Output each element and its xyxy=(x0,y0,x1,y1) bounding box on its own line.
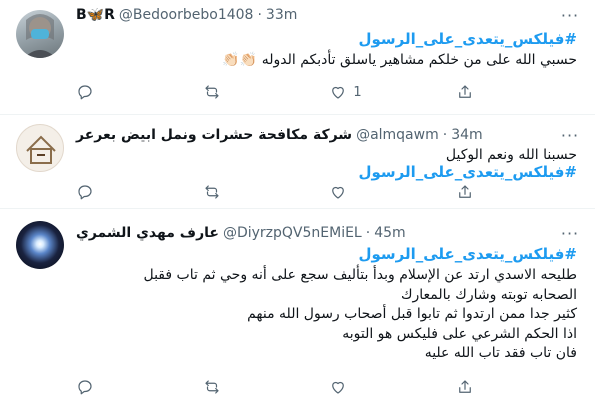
more-icon[interactable]: ··· xyxy=(559,224,581,243)
avatar[interactable] xyxy=(16,10,64,58)
hashtag-link[interactable]: #فيلكس_يتعدى_على_الرسول xyxy=(358,245,577,263)
tweet-text: طليحه الاسدي ارتد عن الإسلام وبدأ بتأليف… xyxy=(143,266,577,364)
tweet[interactable]: شركة مكافحة حشرات ونمل ابيض بعرعر @almqa… xyxy=(0,115,595,209)
retweet-icon xyxy=(205,85,219,99)
display-name[interactable]: B🦋R xyxy=(76,7,115,23)
like-icon xyxy=(332,186,345,199)
separator-dot: · xyxy=(365,225,371,241)
username[interactable]: @Bedoorbebo1408 xyxy=(119,7,254,23)
avatar[interactable] xyxy=(16,124,64,172)
tweet-text-line: طليحه الاسدي ارتد عن الإسلام وبدأ بتأليف… xyxy=(143,267,577,283)
more-icon[interactable]: ··· xyxy=(559,126,581,145)
tweet[interactable]: B🦋R @Bedoorbebo1408 · 33m ··· #فيلكس_يتع… xyxy=(0,0,595,115)
retweet-icon xyxy=(205,380,219,394)
share-icon xyxy=(459,380,471,393)
like-icon xyxy=(332,86,345,99)
share-icon xyxy=(459,85,471,98)
separator-dot: · xyxy=(442,127,448,143)
username[interactable]: @DiyrzpQV5nEMiEL xyxy=(223,225,362,241)
share-button[interactable] xyxy=(456,83,516,101)
tweet-text-line: الصحابه توبته وشارك بالمعارك xyxy=(400,286,577,303)
tweet-text-line: حسبي الله على من خلكم مشاهير ياسلق تأدبك… xyxy=(222,52,577,68)
reply-icon xyxy=(78,185,92,200)
timestamp[interactable]: 34m xyxy=(451,127,482,143)
like-button[interactable] xyxy=(329,378,389,396)
share-button[interactable] xyxy=(456,378,516,396)
timestamp[interactable]: 33m xyxy=(266,7,297,23)
display-name[interactable]: عارف مهدي الشمري xyxy=(76,225,219,241)
retweet-button[interactable] xyxy=(203,83,263,101)
tweet-text-line: فان تاب فقد تاب الله عليه xyxy=(424,345,577,361)
display-name[interactable]: شركة مكافحة حشرات ونمل ابيض بعرعر xyxy=(76,127,352,143)
separator-dot: · xyxy=(257,7,262,23)
tweet-actions: 1 xyxy=(76,82,516,102)
username[interactable]: @almqawm xyxy=(356,127,439,143)
tweet-header: عارف مهدي الشمري @DiyrzpQV5nEMiEL · 45m xyxy=(76,223,406,243)
hashtag-link[interactable]: #فيلكس_يتعدى_على_الرسول xyxy=(358,30,577,48)
share-button[interactable] xyxy=(456,183,516,201)
like-button[interactable]: 1 xyxy=(329,83,389,101)
tweet-header: B🦋R @Bedoorbebo1408 · 33m xyxy=(76,5,297,25)
tweet-text-line: كثير جدا ممن ارتدوا ثم تابوا قبل أصحاب ر… xyxy=(247,306,577,322)
timestamp[interactable]: 45m xyxy=(374,225,405,241)
like-count: 1 xyxy=(353,84,362,100)
tweet-text: حسبي الله على من خلكم مشاهير ياسلق تأدبك… xyxy=(222,51,577,71)
like-button[interactable] xyxy=(329,183,389,201)
tweet-text-line: اذا الحكم الشرعي على فليكس هو التوبه xyxy=(342,325,577,342)
reply-button[interactable] xyxy=(76,183,136,201)
avatar[interactable] xyxy=(16,221,64,269)
retweet-icon xyxy=(205,185,219,199)
retweet-button[interactable] xyxy=(203,183,263,201)
tweet-actions xyxy=(76,377,516,397)
retweet-button[interactable] xyxy=(203,378,263,396)
reply-icon xyxy=(78,380,92,395)
like-icon xyxy=(332,381,345,394)
tweet-actions xyxy=(76,182,516,202)
tweet-header: شركة مكافحة حشرات ونمل ابيض بعرعر @almqa… xyxy=(76,125,483,145)
hashtag-link[interactable]: #فيلكس_يتعدى_على_الرسول xyxy=(358,163,577,181)
reply-button[interactable] xyxy=(76,83,136,101)
tweet[interactable]: عارف مهدي الشمري @DiyrzpQV5nEMiEL · 45m … xyxy=(0,209,595,410)
reply-button[interactable] xyxy=(76,378,136,396)
more-icon[interactable]: ··· xyxy=(559,6,581,25)
reply-icon xyxy=(78,85,92,100)
share-icon xyxy=(459,185,471,198)
